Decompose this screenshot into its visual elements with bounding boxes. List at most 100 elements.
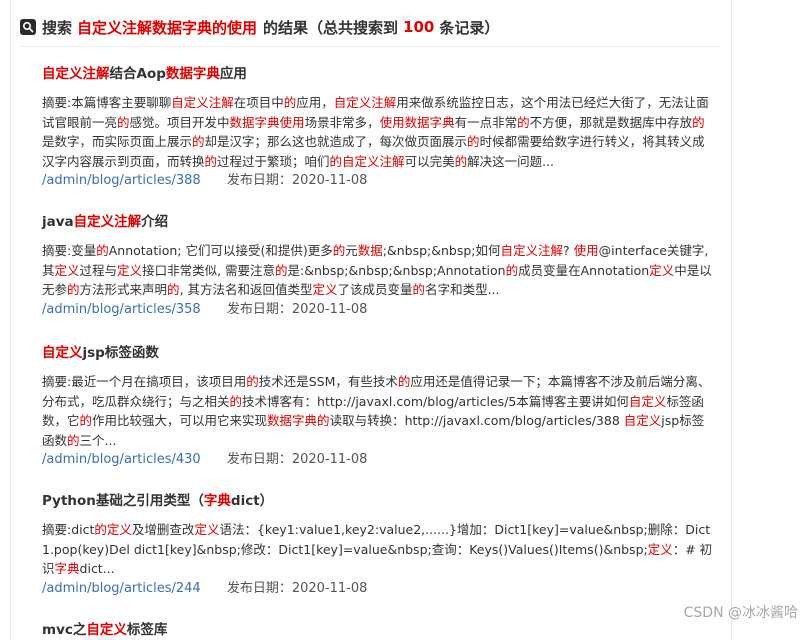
text-run: 可以完美: [404, 153, 455, 169]
header-divider: [20, 46, 720, 47]
text-run: java: [42, 214, 74, 230]
text-run: 作用比较强大，可以用它来实现: [92, 413, 268, 428]
highlight-term: 的: [246, 374, 259, 389]
highlight-term: 数据字典使用: [229, 114, 305, 130]
result-item: Python基础之引用类型（字典dict） 摘要:dict的定义及增删查改定义语…: [42, 491, 715, 599]
result-date: 发布日期：2020-11-08: [226, 452, 368, 467]
highlight-term: 的: [332, 243, 346, 258]
text-run: 了该成员变量: [337, 282, 413, 297]
text-run: 过程与: [79, 262, 118, 278]
highlight-term: 的: [192, 134, 205, 149]
highlight-term: 定义: [312, 282, 338, 297]
result-meta: /admin/blog/articles/430 发布日期：2020-11-08: [42, 450, 715, 470]
search-keyword: 自定义注解数据字典的使用: [77, 18, 258, 37]
highlight-term: 自定义注解: [171, 95, 234, 110]
header-suffix: 条记录）: [439, 18, 500, 37]
highlight-term: 自定义注解: [500, 243, 564, 258]
text-run: 结合Aop: [109, 66, 166, 82]
result-date: 发布日期：2020-11-08: [226, 580, 368, 596]
text-run: 摘要:变量: [42, 243, 97, 258]
text-run: ?: [563, 243, 574, 258]
result-meta: /admin/blog/articles/244 发布日期：2020-11-08: [42, 579, 715, 599]
highlight-term: 定义: [194, 522, 220, 537]
text-run: 在项目中: [233, 95, 284, 110]
text-run: Python基础之引用类型（: [42, 493, 204, 509]
header-middle: 的结果（总共搜索到: [263, 18, 399, 37]
highlight-term: 使用数据字典: [379, 114, 455, 130]
result-item: 自定义注解结合Aop数据字典应用 摘要:本篇博客主要聊聊自定义注解在项目中的应用…: [42, 64, 715, 191]
text-run: 感觉。项目开发中: [129, 114, 230, 130]
highlight-term: 定义: [647, 541, 673, 557]
result-link[interactable]: /admin/blog/articles/244: [42, 581, 201, 596]
highlight-term: 的: [412, 282, 426, 297]
text-run: dict）: [230, 493, 274, 509]
highlight-term: 的: [283, 95, 297, 110]
text-run: 解决这一问题...: [467, 153, 555, 169]
highlight-term: 自定义: [623, 413, 662, 428]
result-summary: 摘要:最近一个月在搞项目，该项目用的技术还是SSM，有些技术的应用还是值得记录一…: [42, 372, 715, 450]
highlight-term: 定义: [649, 262, 675, 278]
text-run: jsp标签函数: [82, 345, 159, 361]
highlight-term: 自定义: [42, 345, 83, 361]
highlight-term: 的: [505, 262, 519, 278]
text-run: 是数字，而实际页面上展示: [42, 134, 193, 149]
highlight-term: 字典: [203, 493, 231, 509]
text-run: 是:&nbsp;&nbsp;&nbsp;Annotation: [287, 262, 506, 278]
text-run: 接口非常类似, 需要注意: [142, 262, 276, 278]
highlight-term: 自定义注解: [73, 214, 142, 230]
text-run: 场景非常多，: [304, 114, 380, 130]
result-title[interactable]: Python基础之引用类型（字典dict）: [42, 491, 715, 511]
highlight-term: 的: [275, 262, 288, 278]
text-run: 技术还是SSM，有些技术: [258, 374, 398, 389]
text-run: dict...: [79, 561, 115, 576]
highlight-term: 的: [204, 153, 218, 169]
highlight-term: 定义: [54, 262, 80, 278]
highlight-term: 的: [229, 393, 243, 409]
result-link[interactable]: /admin/blog/articles/430: [42, 452, 201, 467]
result-summary: 摘要:变量的Annotation; 它们可以接受(和提供)更多的元数据;&nbs…: [42, 241, 715, 300]
highlight-term: 的: [117, 114, 130, 130]
result-meta: /admin/blog/articles/388 发布日期：2020-11-08: [42, 171, 715, 191]
text-run: 却是汉字；那么这也就造成了，每次做页面展示: [204, 134, 468, 149]
highlight-term: 自定义: [86, 622, 127, 638]
text-run: 读取与转换：http://javaxl.com/blog/articles/38…: [329, 413, 624, 428]
highlight-term: 的: [454, 153, 468, 169]
text-run: 介绍: [141, 214, 169, 230]
text-run: 标签库: [126, 622, 168, 638]
text-run: 技术博客有：http://javaxl.com/blog/articles/5本…: [242, 393, 629, 409]
text-run: 名字和类型...: [425, 282, 500, 297]
result-title[interactable]: 自定义注解结合Aop数据字典应用: [42, 64, 715, 84]
text-run: 三个...: [79, 432, 117, 448]
result-title[interactable]: java自定义注解介绍: [42, 212, 715, 232]
result-count: 100: [403, 18, 435, 36]
result-item: mvc之自定义标签库: [42, 620, 715, 640]
search-results-header: 搜索 自定义注解数据字典的使用 的结果（总共搜索到 100 条记录）: [20, 14, 730, 40]
highlight-term: 的: [517, 114, 530, 130]
result-link[interactable]: /admin/blog/articles/358: [42, 302, 201, 317]
result-title[interactable]: 自定义jsp标签函数: [42, 343, 715, 363]
text-run: 方法形式来声明: [79, 282, 168, 297]
text-run: ;&nbsp;&nbsp;如何: [382, 243, 501, 258]
result-date: 发布日期：2020-11-08: [226, 173, 368, 188]
text-run: 有一点非常: [454, 114, 518, 130]
highlight-term: 的: [67, 432, 80, 448]
text-run: 摘要:最近一个月在搞项目，该项目用: [42, 374, 247, 389]
text-run: 成员变量在Annotation: [518, 262, 650, 278]
highlight-term: 自定义: [628, 393, 667, 409]
result-link[interactable]: /admin/blog/articles/388: [42, 173, 201, 188]
highlight-term: 自定义注解: [42, 66, 110, 82]
highlight-term: 自定义注解: [333, 95, 397, 110]
text-run: 及增删查改: [131, 522, 195, 537]
text-run: 应用，: [296, 95, 334, 110]
result-item: java自定义注解介绍 摘要:变量的Annotation; 它们可以接受(和提供…: [42, 212, 715, 320]
highlight-term: 的: [79, 413, 93, 428]
highlight-term: 的: [467, 134, 480, 149]
highlight-term: 字典: [54, 561, 80, 576]
text-run: , 其方法名和返回值类型: [179, 282, 313, 297]
highlight-term: 的: [96, 243, 109, 258]
result-title[interactable]: mvc之自定义标签库: [42, 620, 715, 640]
text-run: 不方便，那就是数据库中存放: [529, 114, 693, 130]
text-run: 摘要:本篇博客主要聊聊: [42, 95, 172, 110]
highlight-term: 数据字典: [165, 66, 220, 82]
highlight-term: 的: [67, 282, 80, 297]
